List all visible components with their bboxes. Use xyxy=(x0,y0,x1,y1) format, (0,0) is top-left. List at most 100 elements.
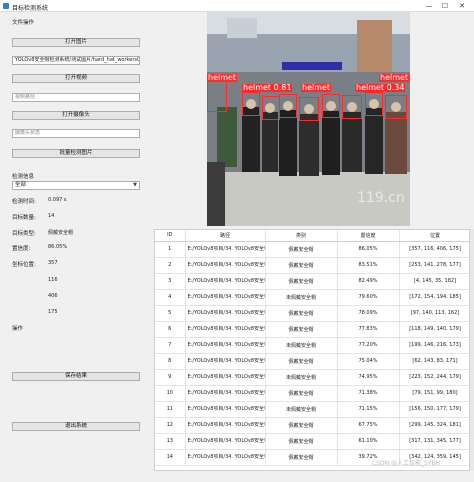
table-row[interactable]: 10E:/YOLOv8项目/34. YOLOv8安全帽检测系统/YOLOv8安全… xyxy=(155,385,469,402)
type-value: 佩戴安全帽 xyxy=(48,230,74,236)
cell-path: E:/YOLOv8项目/34. YOLOv8安全帽检测系统/YOLOv8安全帽检… xyxy=(185,417,266,434)
confidence-value: 86.05% xyxy=(48,244,68,250)
cell-path: E:/YOLOv8项目/34. YOLOv8安全帽检测系统/YOLOv8安全帽检… xyxy=(185,257,266,274)
cell-path: E:/YOLOv8项目/34. YOLOv8安全帽检测系统/YOLOv8安全帽检… xyxy=(185,305,266,322)
cell-class: 佩戴安全帽 xyxy=(265,417,338,434)
cell-id: 12 xyxy=(155,417,186,434)
table-row[interactable]: 3E:/YOLOv8项目/34. YOLOv8安全帽检测系统/YOLOv8安全帽… xyxy=(155,273,469,290)
open-video-button[interactable]: 打开视频 xyxy=(12,74,140,83)
sign-text: 119.cn xyxy=(357,190,405,206)
cell-path: E:/YOLOv8项目/34. YOLOv8安全帽检测系统/YOLOv8安全帽检… xyxy=(185,433,266,450)
cell-class: 佩戴安全帽 xyxy=(265,321,338,338)
cell-position: [223, 152, 244, 179] xyxy=(399,369,469,386)
cell-position: [357, 116, 406, 175] xyxy=(399,241,469,258)
batch-detect-button[interactable]: 批量检测图片 xyxy=(12,149,140,158)
header-id[interactable]: ID xyxy=(155,230,186,242)
cell-path: E:/YOLOv8项目/34. YOLOv8安全帽检测系统/YOLOv8安全帽检… xyxy=(185,353,266,370)
camera-status-field[interactable]: 摄像头状态 xyxy=(12,129,140,138)
video-path-field[interactable]: 视频路径 xyxy=(12,93,140,102)
table-row[interactable]: 2E:/YOLOv8项目/34. YOLOv8安全帽检测系统/YOLOv8安全帽… xyxy=(155,257,469,274)
table-row[interactable]: 9E:/YOLOv8项目/34. YOLOv8安全帽检测系统/YOLOv8安全帽… xyxy=(155,369,469,386)
header-class[interactable]: 类别 xyxy=(265,230,338,242)
cell-path-text: E:/YOLOv8项目/34. YOLOv8安全帽检测系统/YOLOv8安全帽检… xyxy=(187,246,265,252)
detection-image: 119.cn helmet helmet 0.81 helmet helmet … xyxy=(207,12,410,226)
exit-button[interactable]: 退出系统 xyxy=(12,422,140,431)
ymax-value: 175 xyxy=(48,309,58,315)
image-path-field[interactable]: YOLOv8安全帽检测系统/测试图片/hard_hat_workers0.png xyxy=(12,56,140,65)
cell-confidence: 77.83% xyxy=(337,321,400,338)
table-row[interactable]: 4E:/YOLOv8项目/34. YOLOv8安全帽检测系统/YOLOv8安全帽… xyxy=(155,289,469,306)
cell-path-text: E:/YOLOv8项目/34. YOLOv8安全帽检测系统/YOLOv8安全帽检… xyxy=(187,390,265,396)
cell-confidence: 86.05% xyxy=(337,241,400,258)
results-table[interactable]: ID 路径 类别 置信度 位置 1 E:/YOLOv8项目/34. YOLOv8安… xyxy=(154,229,470,471)
position-label: 坐标位置: xyxy=(12,262,36,268)
cell-position: [317, 131, 345, 177] xyxy=(399,433,469,450)
cell-id: 5 xyxy=(155,305,186,322)
cell-confidence: 83.51% xyxy=(337,257,400,274)
cell-id: 14 xyxy=(155,449,186,466)
cell-path: E:/YOLOv8项目/34. YOLOv8安全帽检测系统/YOLOv8安全帽检… xyxy=(185,241,266,258)
cell-class: 佩戴安全帽 xyxy=(265,353,338,370)
table-row[interactable]: 12E:/YOLOv8项目/34. YOLOv8安全帽检测系统/YOLOv8安全… xyxy=(155,417,469,434)
confidence-label: 置信度: xyxy=(12,246,31,252)
cell-id: 2 xyxy=(155,257,186,274)
open-camera-button[interactable]: 打开摄像头 xyxy=(12,111,140,120)
cell-confidence: 75.04% xyxy=(337,353,400,370)
cell-path-text: E:/YOLOv8项目/34. YOLOv8安全帽检测系统/YOLOv8安全帽检… xyxy=(187,262,265,268)
table-row[interactable]: 11E:/YOLOv8项目/34. YOLOv8安全帽检测系统/YOLOv8安全… xyxy=(155,401,469,418)
header-confidence[interactable]: 置信度 xyxy=(337,230,400,242)
count-value: 14 xyxy=(48,213,55,219)
cell-path-text: E:/YOLOv8项目/34. YOLOv8安全帽检测系统/YOLOv8安全帽检… xyxy=(187,278,265,284)
cell-position: [79, 151, 99, 180] xyxy=(399,385,469,402)
cell-id: 10 xyxy=(155,385,186,402)
detection-box xyxy=(385,95,407,119)
table-scrollbar[interactable] xyxy=(470,229,474,471)
detection-label: helmet xyxy=(379,73,410,82)
cell-id: 8 xyxy=(155,353,186,370)
cell-id: 7 xyxy=(155,337,186,354)
file-section-title: 文件操作 xyxy=(12,20,35,26)
maximize-button[interactable]: ☐ xyxy=(440,2,450,10)
cell-id: 4 xyxy=(155,289,186,306)
cell-class: 佩戴安全帽 xyxy=(265,433,338,450)
cell-position: [156, 150, 177, 179] xyxy=(399,401,469,418)
cell-class: 佩戴安全帽 xyxy=(265,273,338,290)
type-label: 目标类型: xyxy=(12,231,36,237)
header-position[interactable]: 位置 xyxy=(399,230,469,242)
target-filter-select[interactable]: 全部 ▼ xyxy=(12,181,140,190)
detection-label: helmet 0.34 xyxy=(355,83,406,92)
cell-class: 未佩戴安全帽 xyxy=(265,369,338,386)
cell-path-text: E:/YOLOv8项目/34. YOLOv8安全帽检测系统/YOLOv8安全帽检… xyxy=(187,310,265,316)
minimize-button[interactable]: — xyxy=(424,2,434,10)
xmin-value: 357 xyxy=(48,260,58,266)
detection-label: helmet 0.81 xyxy=(242,83,293,92)
table-row[interactable]: 8E:/YOLOv8项目/34. YOLOv8安全帽检测系统/YOLOv8安全帽… xyxy=(155,353,469,370)
info-section-title: 检测信息 xyxy=(12,174,35,180)
cell-position: [62, 143, 83, 171] xyxy=(399,353,469,370)
app-icon xyxy=(3,3,9,9)
open-image-button[interactable]: 打开图片 xyxy=(12,38,140,47)
cell-path: E:/YOLOv8项目/34. YOLOv8安全帽检测系统/YOLOv8安全帽检… xyxy=(185,289,266,306)
detection-box xyxy=(299,97,319,121)
chevron-down-icon: ▼ xyxy=(133,182,137,188)
table-row[interactable]: 5E:/YOLOv8项目/34. YOLOv8安全帽检测系统/YOLOv8安全帽… xyxy=(155,305,469,322)
cell-id: 6 xyxy=(155,321,186,338)
detection-box xyxy=(322,94,340,118)
header-path[interactable]: 路径 xyxy=(185,230,266,242)
cell-class: 未佩戴安全帽 xyxy=(265,289,338,306)
cell-path-text: E:/YOLOv8项目/34. YOLOv8安全帽检测系统/YOLOv8安全帽检… xyxy=(187,438,265,444)
table-row[interactable]: 7E:/YOLOv8项目/34. YOLOv8安全帽检测系统/YOLOv8安全帽… xyxy=(155,337,469,354)
table-row[interactable]: 1E:/YOLOv8项目/34. YOLOv8安全帽检测系统/YOLOv8安全帽… xyxy=(155,241,469,258)
filter-value: 全部 xyxy=(15,182,27,188)
table-row[interactable]: 6E:/YOLOv8项目/34. YOLOv8安全帽检测系统/YOLOv8安全帽… xyxy=(155,321,469,338)
detection-label: helmet xyxy=(301,83,332,92)
table-row[interactable]: 13E:/YOLOv8项目/34. YOLOv8安全帽检测系统/YOLOv8安全… xyxy=(155,433,469,450)
cell-path: E:/YOLOv8项目/34. YOLOv8安全帽检测系统/YOLOv8安全帽检… xyxy=(185,369,266,386)
cell-confidence: 82.49% xyxy=(337,273,400,290)
detection-box xyxy=(262,96,280,120)
save-result-button[interactable]: 保存结果 xyxy=(12,372,140,381)
close-button[interactable]: ✕ xyxy=(457,2,467,10)
cell-position: [118, 149, 140, 179] xyxy=(399,321,469,338)
cell-class: 佩戴安全帽 xyxy=(265,257,338,274)
cell-path: E:/YOLOv8项目/34. YOLOv8安全帽检测系统/YOLOv8安全帽检… xyxy=(185,449,266,466)
